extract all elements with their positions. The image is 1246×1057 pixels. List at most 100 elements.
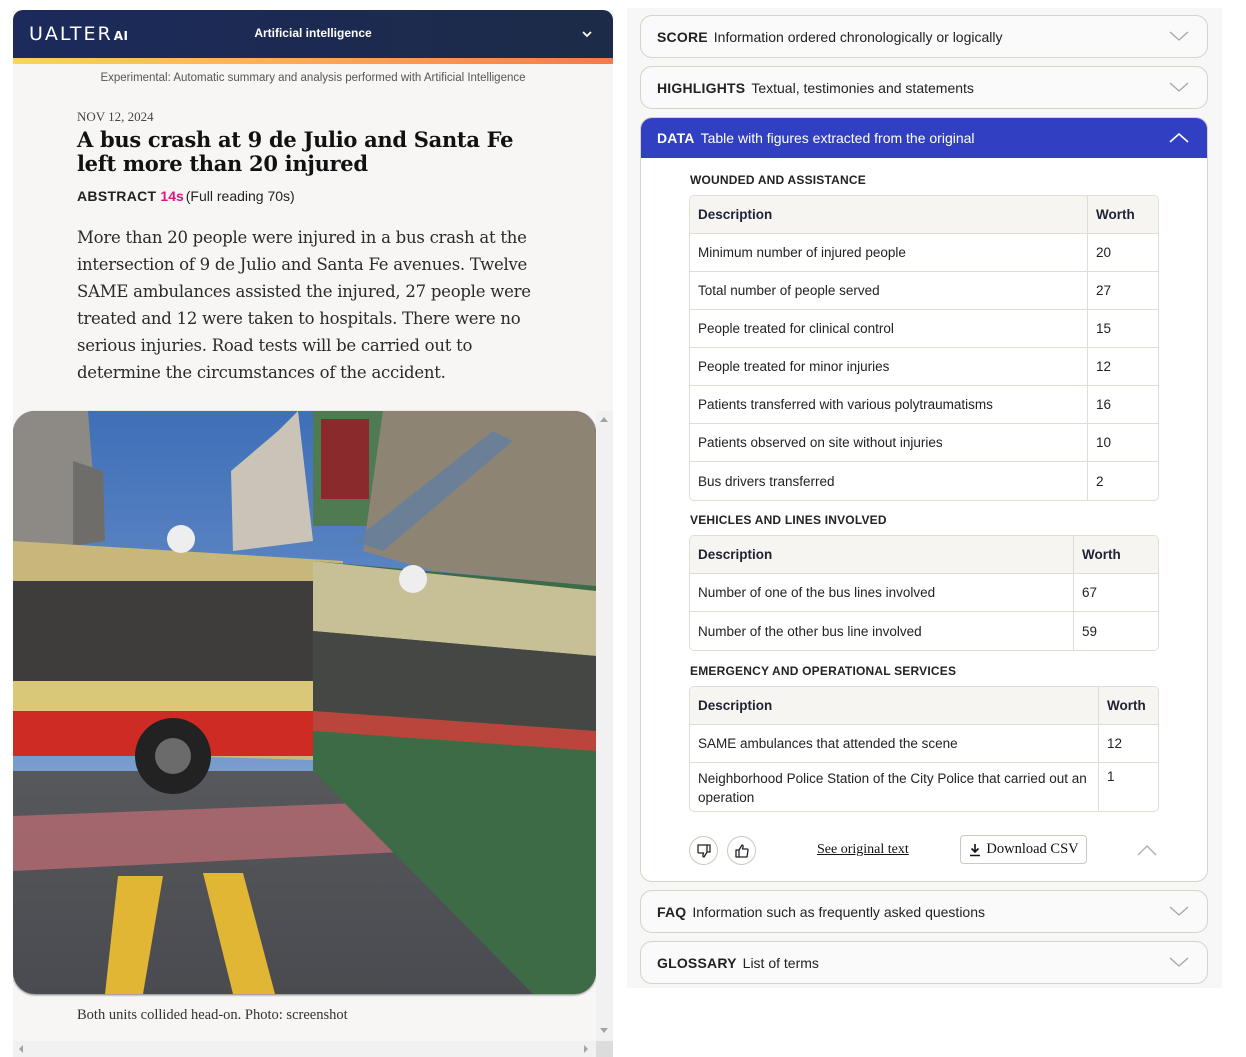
- column-header-description: Description: [690, 687, 1099, 725]
- accordion-data-header[interactable]: DATA Table with figures extracted from t…: [641, 118, 1207, 158]
- chevron-down-icon[interactable]: [1169, 955, 1189, 969]
- chevron-down-icon[interactable]: [1169, 904, 1189, 918]
- building-right: [363, 411, 596, 586]
- accordion-highlights-header[interactable]: HIGHLIGHTS Textual, testimonies and stat…: [641, 67, 1207, 108]
- scroll-right-arrow-icon[interactable]: [584, 1045, 588, 1053]
- accordion-score[interactable]: SCORE Information ordered chronologicall…: [640, 15, 1208, 58]
- data-table-wounded: Description Worth Minimum number of inju…: [689, 195, 1159, 501]
- abstract-label: ABSTRACT: [77, 188, 157, 204]
- horizontal-scrollbar[interactable]: [13, 1041, 596, 1057]
- scrollbar-corner: [596, 1041, 613, 1057]
- article-photo: [13, 411, 596, 994]
- cell-description: People treated for minor injuries: [690, 348, 1088, 386]
- billboard-image: [321, 419, 369, 499]
- accordion-desc: Table with figures extracted from the or…: [700, 130, 975, 146]
- cell-description: SAME ambulances that attended the scene: [690, 725, 1099, 763]
- accordion-highlights[interactable]: HIGHLIGHTS Textual, testimonies and stat…: [640, 66, 1208, 109]
- accordion-key: SCORE: [657, 28, 708, 45]
- cell-value: 67: [1074, 574, 1158, 612]
- vertical-scrollbar[interactable]: [596, 411, 613, 1041]
- article-headline: A bus crash at 9 de Julio and Santa Fe l…: [77, 127, 514, 176]
- accordion-glossary[interactable]: GLOSSARY List of terms: [640, 941, 1208, 984]
- data-table-vehicles: Description Worth Number of one of the b…: [689, 535, 1159, 651]
- scroll-down-arrow-icon[interactable]: [600, 1028, 608, 1033]
- table-row: SAME ambulances that attended the scene 1…: [690, 725, 1158, 763]
- column-header-worth: Worth: [1088, 196, 1158, 234]
- cell-description: Neighborhood Police Station of the City …: [690, 763, 1099, 811]
- scroll-left-arrow-icon[interactable]: [19, 1045, 23, 1053]
- chevron-up-icon[interactable]: [1169, 131, 1189, 145]
- topbar-title: Artificial intelligence: [254, 26, 372, 40]
- article-summary: More than 20 people were injured in a bu…: [77, 228, 531, 382]
- article-date: NOV 12, 2024: [77, 109, 154, 124]
- abstract-line: ABSTRACT 14s (Full reading 70s): [77, 188, 549, 204]
- download-csv-label: Download CSV: [986, 841, 1079, 857]
- accordion-key: HIGHLIGHTS: [657, 79, 746, 96]
- table-row: Minimum number of injured people 20: [690, 234, 1158, 272]
- photo-caption: Both units collided head-on. Photo: scre…: [77, 1007, 348, 1023]
- accordion-key: FAQ: [657, 903, 687, 920]
- article: NOV 12, 2024 A bus crash at 9 de Julio a…: [13, 109, 613, 386]
- accordion-data: DATA Table with figures extracted from t…: [640, 117, 1208, 882]
- chevron-down-icon[interactable]: [581, 28, 593, 40]
- cell-value: 27: [1088, 272, 1158, 310]
- accordion-desc: Information such as frequently asked que…: [692, 903, 986, 920]
- table-row: Patients observed on site without injuri…: [690, 424, 1158, 462]
- section-title: EMERGENCY AND OPERATIONAL SERVICES: [690, 664, 957, 678]
- cell-description: Minimum number of injured people: [690, 234, 1088, 272]
- accordion-key: DATA: [657, 130, 695, 146]
- thumbs-up-button[interactable]: [727, 836, 756, 865]
- cell-value: 12: [1099, 725, 1158, 763]
- chevron-up-icon[interactable]: [1137, 844, 1157, 856]
- cell-value: 16: [1088, 386, 1158, 424]
- cell-value: 2: [1096, 473, 1104, 489]
- cell-description: Total number of people served: [690, 272, 1088, 310]
- red-bus-hub: [155, 738, 191, 774]
- data-actions: See original text Download CSV: [689, 834, 1179, 868]
- chevron-down-icon[interactable]: [1169, 29, 1189, 43]
- table-header-row: Description Worth: [690, 196, 1158, 234]
- accordion-desc: Information ordered chronologically or l…: [713, 28, 1003, 45]
- bus-light-2: [399, 565, 427, 593]
- cell-description: Patients transferred with various polytr…: [690, 386, 1088, 424]
- cell-value: 12: [1088, 348, 1158, 386]
- cell-description: Bus drivers transferred: [690, 462, 1088, 500]
- accordion-key: GLOSSARY: [657, 954, 737, 971]
- chevron-down-icon[interactable]: [1169, 80, 1189, 94]
- section-title: WOUNDED AND ASSISTANCE: [690, 173, 866, 187]
- table-row: Number of the other bus line involved 59: [690, 612, 1158, 650]
- cell-value: 59: [1082, 623, 1098, 639]
- top-bar: UALTERAI Artificial intelligence: [13, 10, 613, 58]
- building-left-2: [73, 461, 105, 546]
- bus-light: [167, 525, 195, 553]
- full-reading-time: (Full reading 70s): [185, 188, 295, 204]
- see-original-text-link[interactable]: See original text: [817, 842, 909, 858]
- cell-value: 15: [1088, 310, 1158, 348]
- column-header-worth: Worth: [1099, 687, 1158, 725]
- download-csv-button[interactable]: Download CSV: [960, 835, 1087, 864]
- table-row: People treated for clinical control 15: [690, 310, 1158, 348]
- article-panel: UALTERAI Artificial intelligence Experim…: [13, 10, 613, 1057]
- scroll-up-arrow-icon[interactable]: [600, 417, 608, 422]
- accordion-desc: List of terms: [742, 954, 819, 971]
- column-header-description: Description: [690, 536, 1074, 574]
- table-row: Total number of people served 27: [690, 272, 1158, 310]
- accordion-faq-header[interactable]: FAQ Information such as frequently asked…: [641, 891, 1207, 932]
- cell-description: People treated for clinical control: [690, 310, 1088, 348]
- abstract-time: 14s: [160, 188, 184, 204]
- data-section-vehicles: VEHICLES AND LINES INVOLVED Description …: [641, 513, 1159, 651]
- gradient-strip: [13, 58, 613, 64]
- red-bus-stripe-yellow: [13, 681, 333, 711]
- analysis-panel: SCORE Information ordered chronologicall…: [627, 8, 1222, 988]
- accordion-faq[interactable]: FAQ Information such as frequently asked…: [640, 890, 1208, 933]
- thumbs-down-button[interactable]: [689, 836, 718, 865]
- accordion-glossary-header[interactable]: GLOSSARY List of terms: [641, 942, 1207, 983]
- cell-description: Patients observed on site without injuri…: [690, 424, 1088, 462]
- bus-crash-photo: [13, 411, 596, 994]
- table-row: Neighborhood Police Station of the City …: [690, 763, 1158, 811]
- accordion-desc: Textual, testimonies and statements: [751, 79, 974, 96]
- accordion-score-header[interactable]: SCORE Information ordered chronologicall…: [641, 16, 1207, 57]
- table-row: People treated for minor injuries 12: [690, 348, 1158, 386]
- table-row: Patients transferred with various polytr…: [690, 386, 1158, 424]
- download-icon: [970, 843, 981, 856]
